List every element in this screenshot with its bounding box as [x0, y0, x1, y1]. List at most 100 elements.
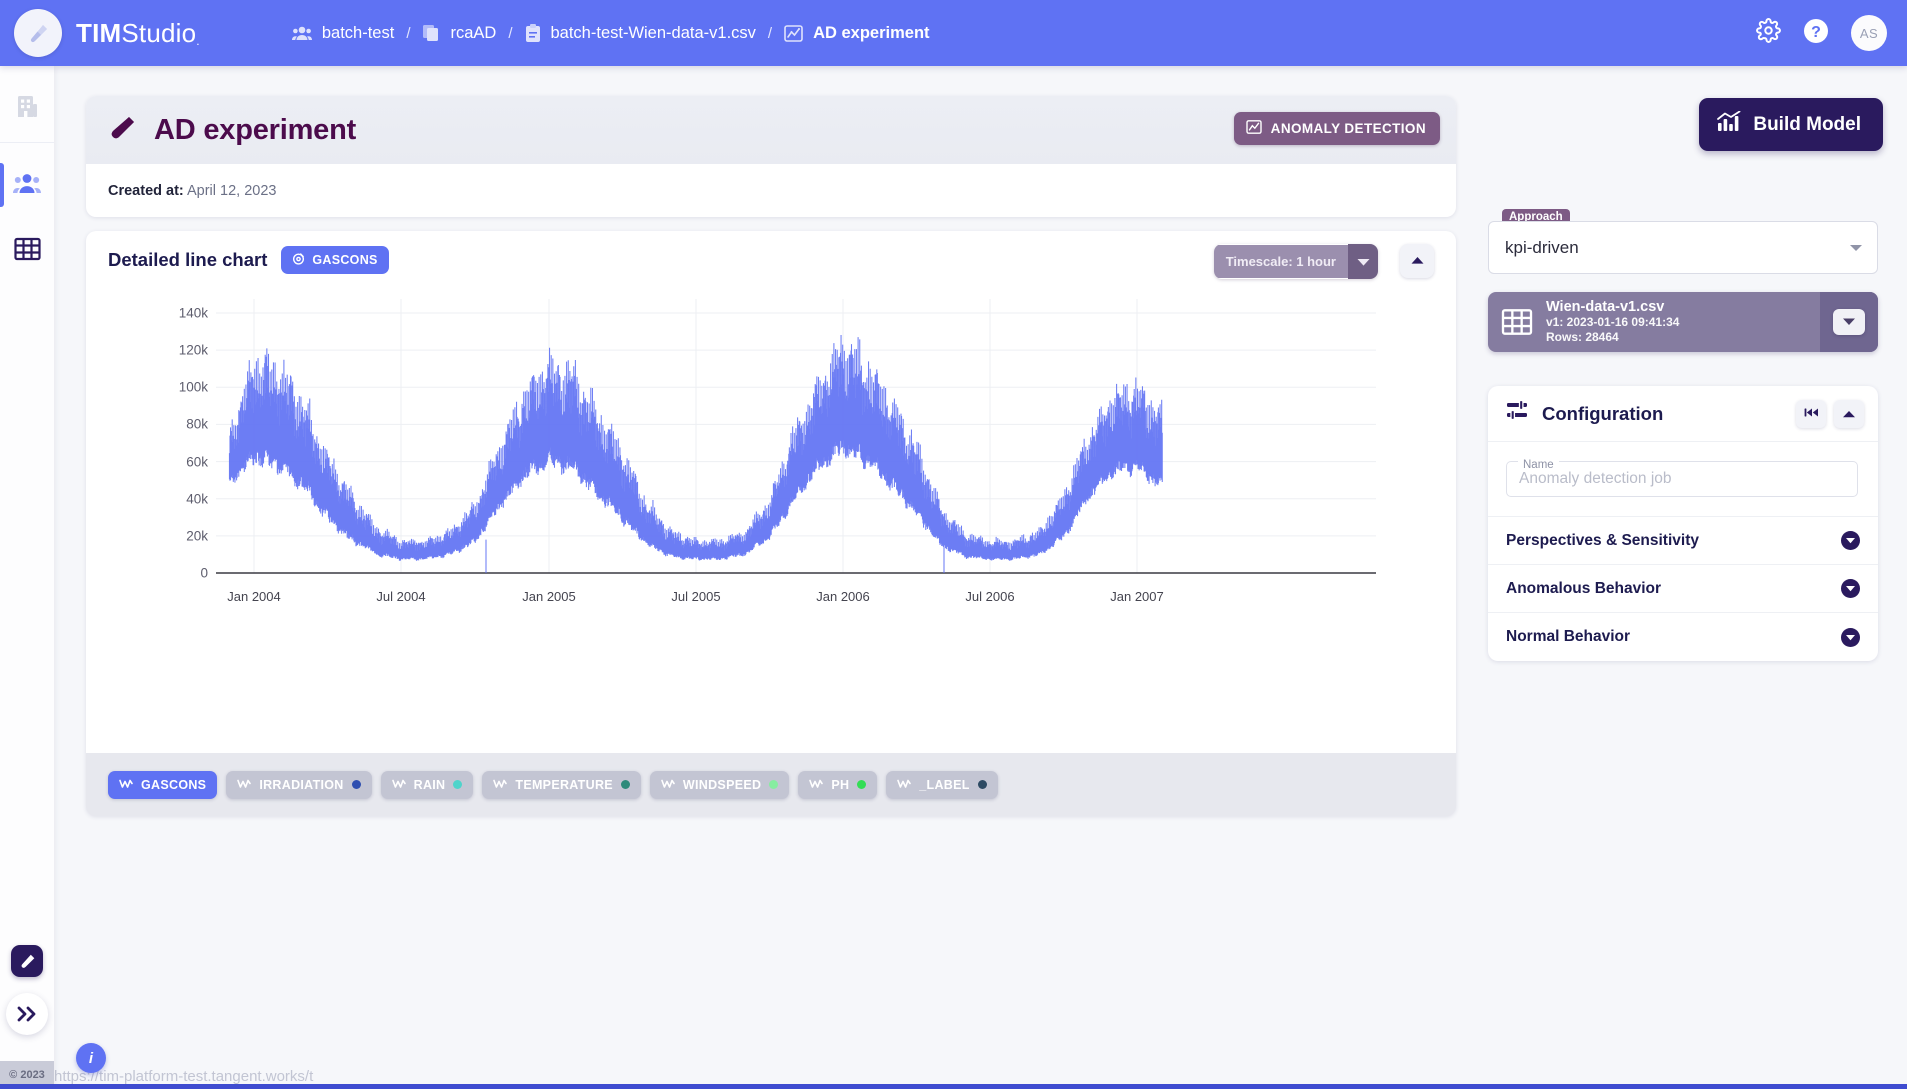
sidebar-divider	[0, 142, 54, 143]
x-tick-label: Jan 2005	[522, 589, 576, 604]
x-tick-label: Jul 2005	[671, 589, 721, 604]
configuration-sections: Perspectives & Sensitivity Anomalous Beha…	[1488, 517, 1878, 661]
legend-color-dot	[620, 780, 630, 789]
legend-chip[interactable]: PH	[798, 770, 878, 799]
build-model-button[interactable]: Build Model	[1699, 98, 1883, 151]
configuration-section-label: Perspectives & Sensitivity	[1506, 531, 1699, 549]
legend-chip-label: RAIN	[413, 777, 446, 792]
configuration-section-row[interactable]: Perspectives & Sensitivity	[1488, 517, 1878, 565]
logo-text: TIMStudio.	[76, 18, 200, 49]
experiment-title-bar: AD experiment ANOMALY DETECTION	[86, 96, 1456, 164]
configuration-title: Configuration	[1542, 402, 1664, 424]
created-at: Created at: April 12, 2023	[108, 183, 276, 199]
logo-studio: Studio	[121, 17, 197, 48]
configuration-collapse-button[interactable]	[1834, 399, 1864, 428]
chevron-down-icon[interactable]	[1841, 531, 1860, 550]
chart-panel: Detailed line chart GASCONS Timescale: 1…	[86, 231, 1456, 753]
configuration-section-row[interactable]: Anomalous Behavior	[1488, 565, 1878, 613]
right-panel: Build Model Approach kpi-driven Wien-dat…	[1474, 66, 1907, 1089]
breadcrumb-item-dataset[interactable]: batch-test-Wien-data-v1.csv	[525, 23, 756, 43]
configuration-card: Configuration Name Anomaly detection job…	[1488, 386, 1878, 661]
x-tick-label: Jan 2004	[227, 589, 281, 604]
breadcrumb-item-project[interactable]: rcaAD	[422, 24, 496, 43]
configuration-section-label: Anomalous Behavior	[1506, 579, 1662, 597]
chevron-down-icon[interactable]	[1348, 244, 1378, 279]
gear-icon[interactable]	[1756, 18, 1781, 48]
dataset-card[interactable]: Wien-data-v1.csv v1: 2023-01-16 09:41:34…	[1488, 292, 1878, 352]
timescale-selector[interactable]: Timescale: 1 hour	[1213, 244, 1378, 279]
line-chart-plot: 140k 120k 100k 80k 60k 40k 20k 0 Jan 200…	[86, 289, 1456, 753]
avatar-initials: AS	[1859, 25, 1879, 41]
breadcrumb-separator: /	[508, 24, 513, 42]
breadcrumb-label: batch-test-Wien-data-v1.csv	[550, 23, 756, 42]
approach-select[interactable]: kpi-driven	[1488, 221, 1878, 274]
legend-chip[interactable]: RAIN	[380, 770, 474, 799]
pencil-flask-icon[interactable]	[11, 945, 43, 977]
chevron-up-icon	[1410, 252, 1425, 270]
configuration-name-section: Name Anomaly detection job	[1488, 442, 1878, 517]
wave-icon	[897, 778, 912, 792]
legend-chip[interactable]: GASCONS	[108, 770, 218, 799]
chevron-down-icon[interactable]	[1841, 579, 1860, 598]
table-icon	[1488, 308, 1546, 336]
chart-icon	[784, 24, 803, 42]
info-icon[interactable]: i	[76, 1043, 106, 1073]
breadcrumb-item-experiment[interactable]: AD experiment	[784, 24, 930, 43]
x-tick-label: Jul 2004	[376, 589, 426, 604]
legend-chip[interactable]: WINDSPEED	[649, 770, 790, 799]
top-bar-actions: ? AS	[1756, 15, 1887, 51]
legend-chip-label: GASCONS	[141, 777, 207, 792]
configuration-actions	[1796, 399, 1864, 428]
table-icon	[13, 237, 41, 266]
chevron-up-icon	[1842, 405, 1856, 423]
y-tick-label: 40k	[186, 491, 208, 507]
dataset-menu-button[interactable]	[1833, 309, 1865, 335]
name-input[interactable]: Anomaly detection job	[1506, 461, 1858, 497]
logo-mark-icon	[14, 9, 62, 57]
dataset-rows: Rows: 28464	[1546, 330, 1619, 344]
svg-text:?: ?	[1811, 24, 1821, 41]
configuration-reset-button[interactable]	[1796, 399, 1826, 428]
sidebar-item-organization[interactable]	[0, 84, 54, 132]
dataset-version: v1: 2023-01-16 09:41:34	[1546, 315, 1680, 329]
legend-color-dot	[769, 780, 779, 789]
name-field-label: Name	[1518, 459, 1559, 471]
double-chevron-right-icon[interactable]	[6, 993, 48, 1035]
y-tick-label: 100k	[178, 379, 208, 395]
chart-title: Detailed line chart	[108, 249, 268, 270]
people-icon	[291, 25, 312, 41]
help-icon[interactable]: ?	[1803, 18, 1829, 49]
chart-collapse-button[interactable]	[1400, 244, 1434, 278]
chevron-down-icon[interactable]	[1841, 627, 1860, 647]
legend-chip[interactable]: _LABEL	[886, 770, 998, 799]
bar-chart-icon	[1717, 110, 1741, 138]
breadcrumb-separator: /	[406, 24, 411, 42]
timescale-label: Timescale: 1 hour	[1213, 245, 1348, 278]
x-tick-label: Jan 2006	[816, 589, 870, 604]
legend-chip[interactable]: IRRADIATION	[226, 770, 372, 799]
app-logo[interactable]: TIMStudio.	[14, 9, 200, 57]
dataset-menu-wrap	[1820, 292, 1878, 352]
configuration-section-row[interactable]: Normal Behavior	[1488, 613, 1878, 661]
kpi-pill-label: GASCONS	[312, 253, 378, 267]
main-content-area: AD experiment ANOMALY DETECTION Created …	[54, 66, 1907, 1089]
breadcrumb: batch-test / rcaAD / batch-test-Wien-dat…	[291, 23, 930, 43]
breadcrumb-item-workspace[interactable]: batch-test	[291, 24, 394, 43]
status-badge-label: ANOMALY DETECTION	[1270, 121, 1426, 136]
logo-tim: TIM	[76, 17, 122, 48]
wave-icon	[661, 778, 675, 792]
kpi-pill[interactable]: GASCONS	[281, 246, 389, 274]
name-input-placeholder: Anomaly detection job	[1519, 470, 1672, 487]
legend-chip-label: _LABEL	[919, 777, 970, 792]
legend-chip-label: TEMPERATURE	[515, 777, 613, 792]
legend-chip[interactable]: TEMPERATURE	[482, 770, 641, 799]
y-tick-label: 20k	[186, 528, 208, 544]
sidebar-item-workspaces[interactable]	[0, 161, 54, 209]
sidebar-item-datasets[interactable]	[0, 227, 54, 275]
avatar[interactable]: AS	[1851, 15, 1887, 51]
y-tick-label: 0	[200, 565, 208, 581]
breadcrumb-label: rcaAD	[450, 23, 497, 42]
chart-svg	[216, 299, 1376, 574]
legend-color-dot	[351, 780, 361, 789]
legend-color-dot	[977, 780, 987, 789]
